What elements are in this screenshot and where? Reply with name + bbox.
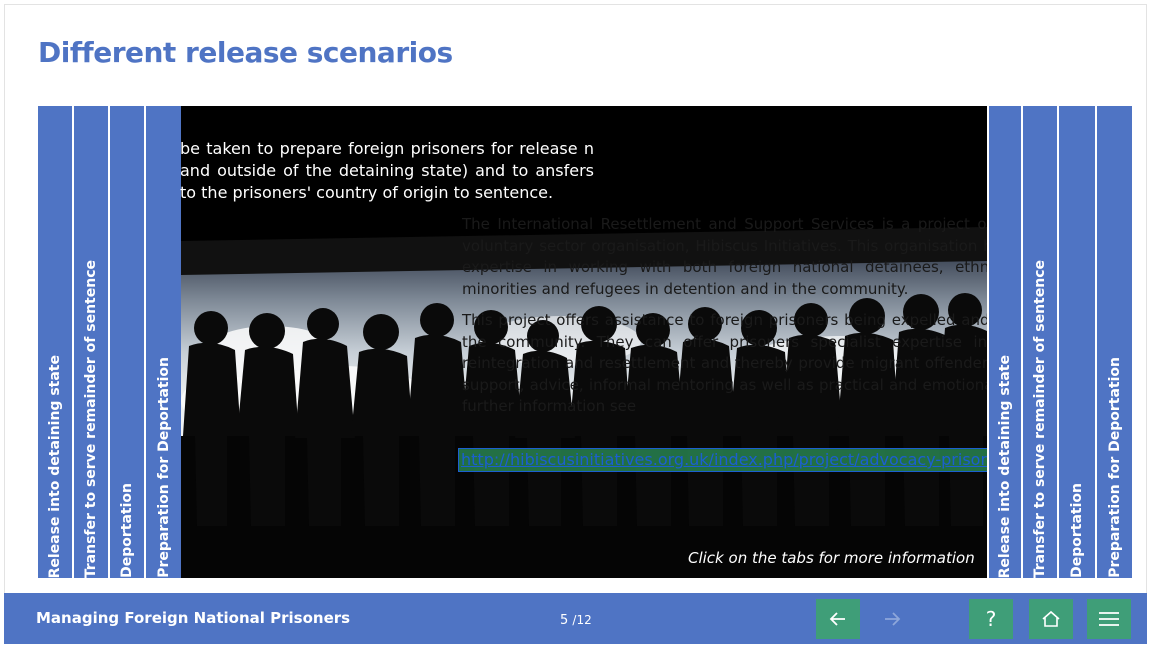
page-total: /12 [572,613,592,627]
tabs-hint: Click on the tabs for more information [688,549,975,567]
tab-label: Transfer to serve remainder of sentence [83,259,99,578]
tab-release-into-detaining-state-left[interactable]: Release into detaining state [38,106,74,578]
tab-label: Preparation for Deportation [1106,357,1123,578]
tab-label: Transfer to serve remainder of sentence [1032,259,1048,578]
tab-deportation-left[interactable]: Deportation [110,106,146,578]
next-button[interactable] [870,599,914,639]
tab-stage: Release into detaining state Transfer to… [38,106,1132,578]
home-button[interactable] [1029,599,1073,639]
tab-preparation-for-deportation-right[interactable]: Preparation for Deportation [1095,106,1132,578]
page-counter: 5 /12 [560,613,592,628]
course-title: Managing Foreign National Prisoners [36,609,351,627]
menu-button[interactable] [1087,599,1131,639]
tab-preparation-for-deportation-left[interactable]: Preparation for Deportation [146,106,181,578]
tab-deportation-right[interactable]: Deportation [1057,106,1095,578]
tab-label: Preparation for Deportation [155,357,172,578]
tab-label: Release into detaining state [47,354,63,578]
project-link-highlight[interactable]: http://hibiscusinitiatives.org.uk/index.… [458,448,1054,472]
project-link[interactable]: http://hibiscusinitiatives.org.uk/index.… [459,450,991,469]
help-icon: ? [985,607,997,631]
page-current: 5 [560,613,569,628]
tab-transfer-to-serve-remainder-left[interactable]: Transfer to serve remainder of sentence [74,106,110,578]
tab-release-into-detaining-state-right[interactable]: Release into detaining state [987,106,1021,578]
tab-transfer-to-serve-remainder-right[interactable]: Transfer to serve remainder of sentence [1021,106,1057,578]
panel-text-preparation: be taken to prepare foreign prisoners fo… [180,139,594,202]
tab-label: Release into detaining state [997,354,1013,578]
back-button[interactable] [816,599,860,639]
arrow-right-icon [885,612,901,626]
footer-bar: Managing Foreign National Prisoners 5 /1… [4,593,1147,644]
tab-label: Deportation [119,483,135,578]
page-title: Different release scenarios [38,36,453,69]
menu-icon [1099,612,1119,626]
help-button[interactable]: ? [969,599,1013,639]
tab-label: Deportation [1069,483,1085,578]
arrow-left-icon [829,612,845,626]
home-icon [1042,610,1060,627]
